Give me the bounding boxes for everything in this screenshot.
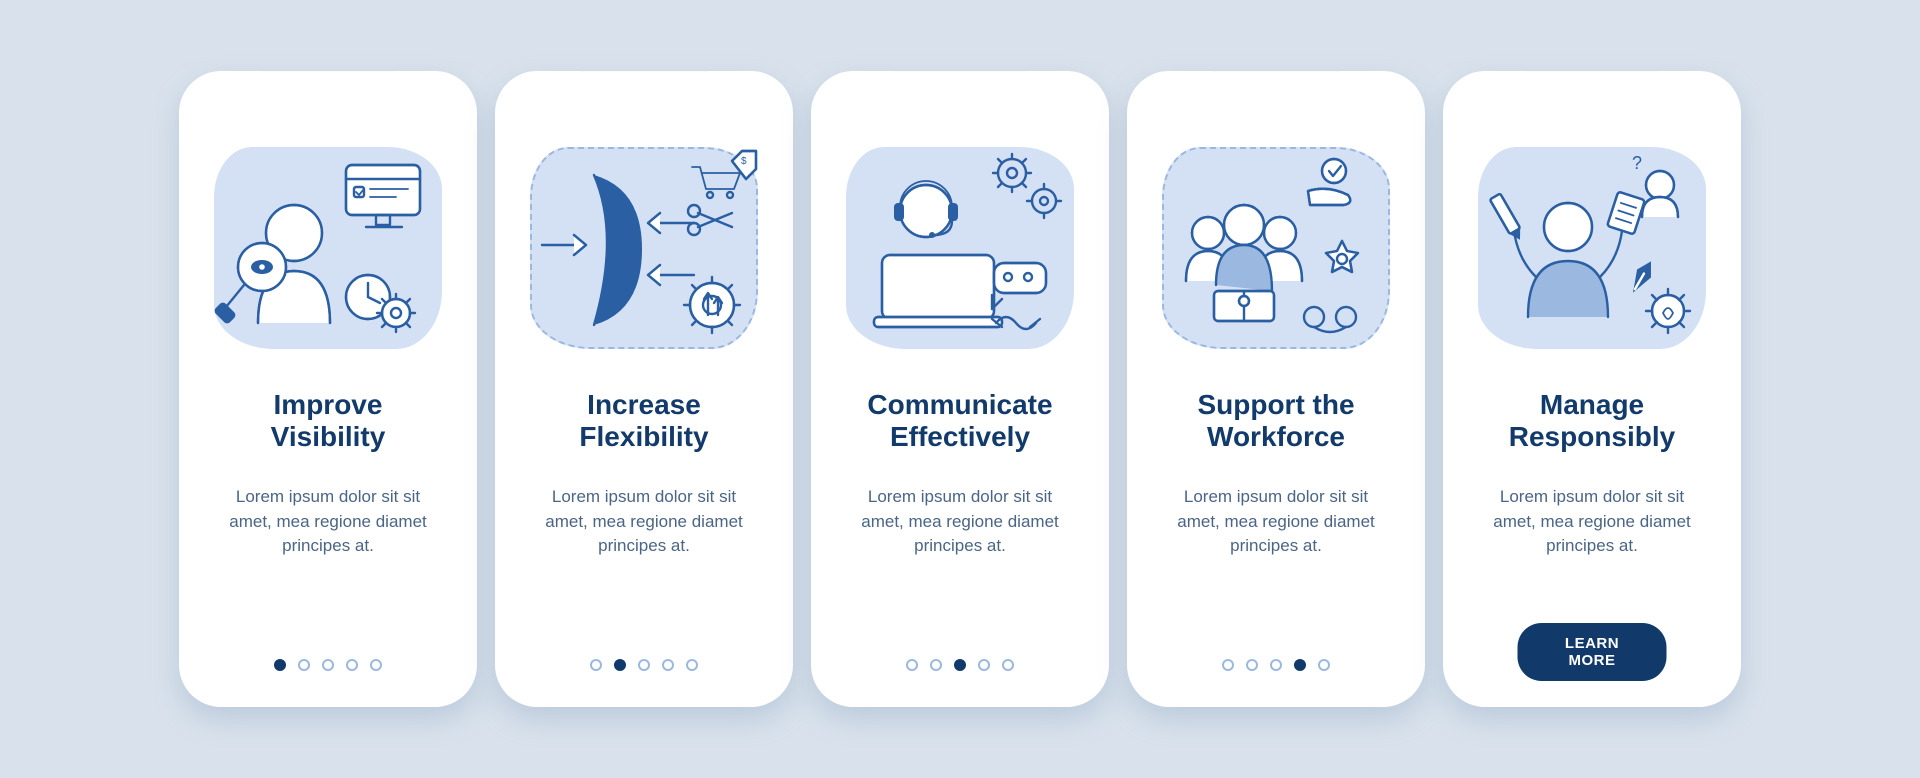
- pager-dot[interactable]: [954, 659, 966, 671]
- pager-dot[interactable]: [1294, 659, 1306, 671]
- pager-dot[interactable]: [1222, 659, 1234, 671]
- slide-improve-visibility: Improve Visibility Lorem ipsum dolor sit…: [179, 71, 477, 707]
- pager-dot[interactable]: [590, 659, 602, 671]
- pager-dots[interactable]: [495, 659, 793, 671]
- pager-dot[interactable]: [978, 659, 990, 671]
- learn-more-button[interactable]: LEARN MORE: [1518, 623, 1667, 681]
- pager-dot[interactable]: [686, 659, 698, 671]
- pager-dot[interactable]: [614, 659, 626, 671]
- communicate-illustration: [840, 127, 1080, 359]
- workforce-illustration: [1156, 127, 1396, 359]
- slide-description: Lorem ipsum dolor sit sit amet, mea regi…: [1155, 485, 1397, 559]
- pager-dot[interactable]: [298, 659, 310, 671]
- svg-text:?: ?: [1632, 153, 1642, 173]
- slide-title: Support the Workforce: [1155, 385, 1397, 457]
- slide-title: Communicate Effectively: [839, 385, 1081, 457]
- slide-title: Increase Flexibility: [523, 385, 765, 457]
- pager-dot[interactable]: [322, 659, 334, 671]
- pager-dots[interactable]: [179, 659, 477, 671]
- slide-increase-flexibility: $: [495, 71, 793, 707]
- slide-communicate-effectively: Communicate Effectively Lorem ipsum dolo…: [811, 71, 1109, 707]
- pager-dots[interactable]: [1127, 659, 1425, 671]
- pager-dot[interactable]: [370, 659, 382, 671]
- pager-dot[interactable]: [1270, 659, 1282, 671]
- pager-dot[interactable]: [1318, 659, 1330, 671]
- slide-description: Lorem ipsum dolor sit sit amet, mea regi…: [1471, 485, 1713, 559]
- pager-dots[interactable]: [811, 659, 1109, 671]
- slide-support-workforce: Support the Workforce Lorem ipsum dolor …: [1127, 71, 1425, 707]
- slide-description: Lorem ipsum dolor sit sit amet, mea regi…: [207, 485, 449, 559]
- manage-illustration: ?: [1472, 127, 1712, 359]
- slide-description: Lorem ipsum dolor sit sit amet, mea regi…: [839, 485, 1081, 559]
- visibility-illustration: [208, 127, 448, 359]
- svg-text:$: $: [741, 156, 747, 167]
- pager-dot[interactable]: [662, 659, 674, 671]
- pager-dot[interactable]: [274, 659, 286, 671]
- slide-title: Improve Visibility: [207, 385, 449, 457]
- pager-dot[interactable]: [346, 659, 358, 671]
- pager-dot[interactable]: [1246, 659, 1258, 671]
- pager-dot[interactable]: [906, 659, 918, 671]
- slide-manage-responsibly: ?: [1443, 71, 1741, 707]
- slide-description: Lorem ipsum dolor sit sit amet, mea regi…: [523, 485, 765, 559]
- onboarding-row: Improve Visibility Lorem ipsum dolor sit…: [179, 71, 1741, 707]
- flexibility-illustration: $: [524, 127, 764, 359]
- pager-dot[interactable]: [638, 659, 650, 671]
- pager-dot[interactable]: [930, 659, 942, 671]
- slide-title: Manage Responsibly: [1471, 385, 1713, 457]
- pager-dot[interactable]: [1002, 659, 1014, 671]
